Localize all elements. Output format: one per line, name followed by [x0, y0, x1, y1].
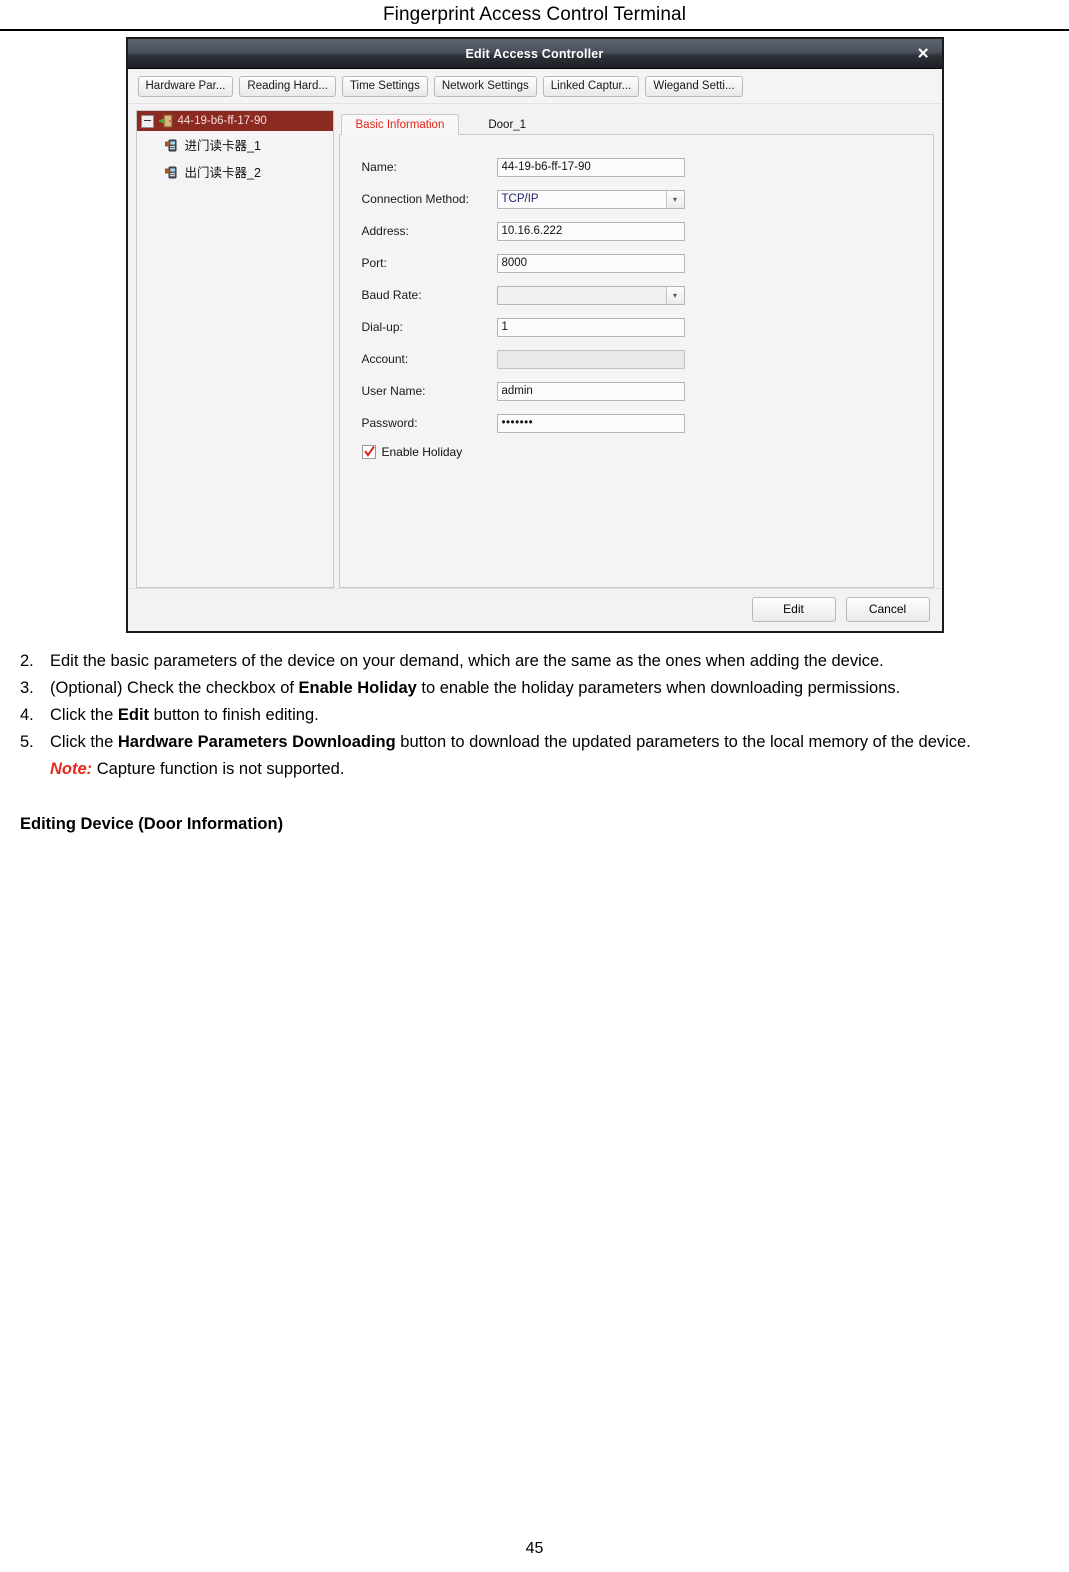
dialog-title: Edit Access Controller — [465, 46, 604, 61]
password-input[interactable] — [496, 413, 685, 433]
tab-basic-information[interactable]: Basic Information — [340, 114, 460, 135]
note-line: Note: Capture function is not supported. — [50, 757, 1051, 782]
form-row-account: Account: — [362, 349, 933, 369]
tree-node-reader-1-label: 进门读卡器_1 — [184, 139, 261, 153]
basic-information-form: Name: Connection Method: TCP/IP ▾ Addres… — [338, 135, 934, 588]
enable-holiday-row[interactable]: Enable Holiday — [361, 445, 933, 459]
baud-rate-label: Baud Rate: — [361, 288, 422, 302]
dial-up-label: Dial-up: — [361, 320, 403, 334]
baud-rate-select[interactable]: ▾ — [496, 285, 685, 305]
tree-node-controller-label: 44-19-b6-ff-17-90 — [177, 115, 267, 127]
collapse-icon[interactable] — [140, 114, 154, 128]
settings-panel: Basic Information Door_1 Name: Connectio… — [338, 110, 934, 588]
tabstrip: Basic Information Door_1 — [338, 110, 934, 135]
dial-up-input[interactable] — [496, 317, 685, 337]
enable-holiday-label: Enable Holiday — [381, 445, 463, 459]
step-text-segment: button to download the updated parameter… — [395, 733, 971, 752]
tree-node-reader-1[interactable]: 进门读卡器_1 — [137, 131, 333, 158]
edit-button[interactable]: Edit — [751, 597, 836, 622]
enable-holiday-checkbox[interactable] — [361, 445, 376, 459]
step-text: Click the Hardware Parameters Downloadin… — [50, 730, 1055, 782]
close-icon[interactable]: ✕ — [917, 46, 930, 61]
edit-access-controller-dialog: Edit Access Controller ✕ Hardware Par...… — [125, 37, 944, 633]
form-row-connection-method: Connection Method: TCP/IP ▾ — [362, 189, 933, 209]
password-label: Password: — [361, 416, 418, 430]
tree-node-controller[interactable]: 44-19-b6-ff-17-90 — [136, 111, 333, 131]
address-input[interactable] — [496, 221, 685, 241]
door-icon — [158, 114, 173, 128]
steps-list: 2. Edit the basic parameters of the devi… — [14, 649, 1055, 782]
account-input[interactable] — [496, 349, 685, 369]
list-item: 4. Click the Edit button to finish editi… — [14, 703, 1055, 728]
toolbar-button-hardware-parameters[interactable]: Hardware Par... — [137, 76, 234, 97]
step-number: 5. — [20, 733, 34, 752]
toolbar-button-network-settings[interactable]: Network Settings — [433, 76, 537, 97]
dialog-footer: Edit Cancel — [127, 588, 942, 631]
port-input[interactable] — [496, 253, 685, 273]
note-label: Note: — [50, 760, 93, 779]
form-row-name: Name: — [362, 157, 933, 177]
step-text-bold: Enable Holiday — [298, 679, 417, 698]
step-text-segment: Click the — [50, 706, 118, 725]
account-label: Account: — [361, 352, 409, 366]
baud-rate-value — [498, 287, 666, 304]
step-text-segment: Click the — [50, 733, 118, 752]
list-item: 2. Edit the basic parameters of the devi… — [14, 649, 1055, 674]
form-row-port: Port: — [362, 253, 933, 273]
dialog-toolbar: Hardware Par... Reading Hard... Time Set… — [127, 69, 942, 104]
step-text: (Optional) Check the checkbox of Enable … — [50, 676, 1055, 701]
step-text-segment: to enable the holiday parameters when do… — [416, 679, 901, 698]
user-name-label: User Name: — [361, 384, 426, 398]
name-input[interactable] — [496, 157, 685, 177]
note-text: Capture function is not supported. — [92, 760, 345, 779]
chevron-down-icon[interactable]: ▾ — [665, 190, 684, 208]
step-text-segment: (Optional) Check the checkbox of — [50, 679, 299, 698]
step-number: 2. — [20, 652, 34, 670]
card-reader-icon — [164, 138, 179, 152]
step-text: Click the Edit button to finish editing. — [50, 703, 1055, 728]
card-reader-icon — [164, 165, 179, 179]
step-text: Edit the basic parameters of the device … — [50, 649, 1055, 674]
tab-door-1[interactable]: Door_1 — [461, 114, 553, 135]
dialog-titlebar: Edit Access Controller ✕ — [127, 39, 942, 69]
connection-method-label: Connection Method: — [361, 192, 469, 206]
header-divider — [0, 29, 1069, 31]
cancel-button[interactable]: Cancel — [845, 597, 930, 622]
step-text-segment: button to finish editing. — [149, 706, 319, 725]
section-heading: Editing Device (Door Information) — [20, 815, 284, 834]
address-label: Address: — [361, 224, 409, 238]
page-title: Fingerprint Access Control Terminal — [382, 4, 687, 25]
step-text-bold: Hardware Parameters Downloading — [117, 733, 396, 752]
form-row-baud-rate: Baud Rate: ▾ — [362, 285, 933, 305]
chevron-down-icon[interactable]: ▾ — [665, 286, 684, 304]
connection-method-value: TCP/IP — [501, 192, 539, 205]
instructions-body: 2. Edit the basic parameters of the devi… — [0, 633, 1069, 837]
form-row-address: Address: — [362, 221, 933, 241]
step-text-bold: Edit — [117, 706, 150, 725]
step-number: 3. — [20, 679, 34, 698]
dialog-body: 44-19-b6-ff-17-90 进门读卡器_1 出门读卡器_2 Basic … — [127, 104, 942, 588]
page-number: 45 — [525, 1540, 544, 1557]
toolbar-button-reading-hardware[interactable]: Reading Hard... — [239, 76, 336, 97]
check-icon — [363, 446, 375, 457]
form-row-dial-up: Dial-up: — [362, 317, 933, 337]
list-item: 5. Click the Hardware Parameters Downloa… — [14, 730, 1055, 782]
tree-node-reader-2[interactable]: 出门读卡器_2 — [137, 158, 333, 185]
step-text-segment: Edit the basic parameters of the device … — [50, 652, 884, 670]
form-row-user-name: User Name: — [362, 381, 933, 401]
connection-method-select[interactable]: TCP/IP ▾ — [496, 189, 685, 209]
list-item: 3. (Optional) Check the checkbox of Enab… — [14, 676, 1055, 701]
name-label: Name: — [361, 160, 397, 174]
device-tree-panel: 44-19-b6-ff-17-90 进门读卡器_1 出门读卡器_2 — [135, 110, 334, 588]
form-row-password: Password: — [362, 413, 933, 433]
user-name-input[interactable] — [496, 381, 685, 401]
tree-node-reader-2-label: 出门读卡器_2 — [184, 166, 261, 180]
port-label: Port: — [361, 256, 387, 270]
screenshot-figure: Edit Access Controller ✕ Hardware Par...… — [0, 37, 1069, 633]
step-number: 4. — [20, 706, 34, 725]
toolbar-button-wiegand-settings[interactable]: Wiegand Setti... — [645, 76, 743, 97]
toolbar-button-time-settings[interactable]: Time Settings — [341, 76, 428, 97]
toolbar-button-linked-capture[interactable]: Linked Captur... — [542, 76, 640, 97]
